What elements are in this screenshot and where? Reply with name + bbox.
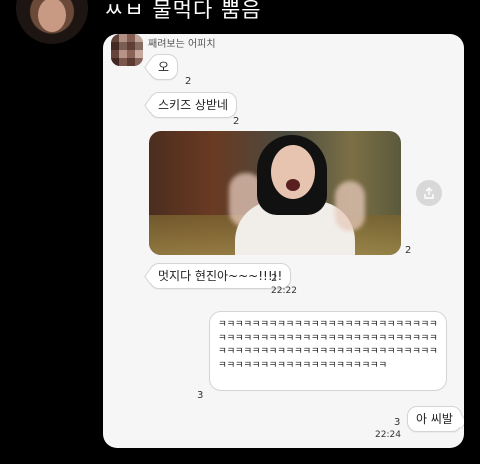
- media-message[interactable]: [149, 131, 401, 255]
- post-avatar-face: [38, 0, 66, 32]
- friend-name: 째려보는 어피치: [148, 39, 216, 50]
- message-bubble[interactable]: 스키즈 상받네: [149, 92, 238, 118]
- friend-avatar[interactable]: [111, 34, 143, 66]
- message-bubble[interactable]: 아 씨발: [407, 406, 462, 432]
- chat-card: 째려보는 어피치 오 2 스키즈 상받네 2 2 멋지다 현진아~~~!!!!!…: [103, 34, 464, 448]
- read-count: 2: [405, 245, 412, 256]
- post-title: ㅆㅂ 물먹다 뿜음: [104, 0, 262, 22]
- timestamp: 22:24: [375, 430, 401, 440]
- share-icon: [424, 187, 434, 199]
- message-bubble[interactable]: 멋지다 현진아~~~!!!!!: [149, 263, 292, 289]
- media-hand: [335, 181, 365, 231]
- share-button[interactable]: [416, 180, 442, 206]
- read-count: 3: [197, 390, 204, 401]
- message-bubble[interactable]: 오: [149, 54, 179, 80]
- read-count: 2: [233, 116, 240, 127]
- post-avatar[interactable]: [16, 0, 88, 44]
- read-count: 2: [185, 76, 192, 87]
- read-count: 2: [271, 273, 278, 284]
- media-mouth: [286, 179, 300, 191]
- timestamp: 22:22: [271, 286, 297, 296]
- read-count: 3: [394, 417, 401, 428]
- message-bubble[interactable]: ㅋㅋㅋㅋㅋㅋㅋㅋㅋㅋㅋㅋㅋㅋㅋㅋㅋㅋㅋㅋㅋㅋㅋㅋㅋㅋㅋㅋㅋㅋㅋㅋㅋㅋㅋㅋㅋㅋㅋㅋ…: [209, 311, 447, 391]
